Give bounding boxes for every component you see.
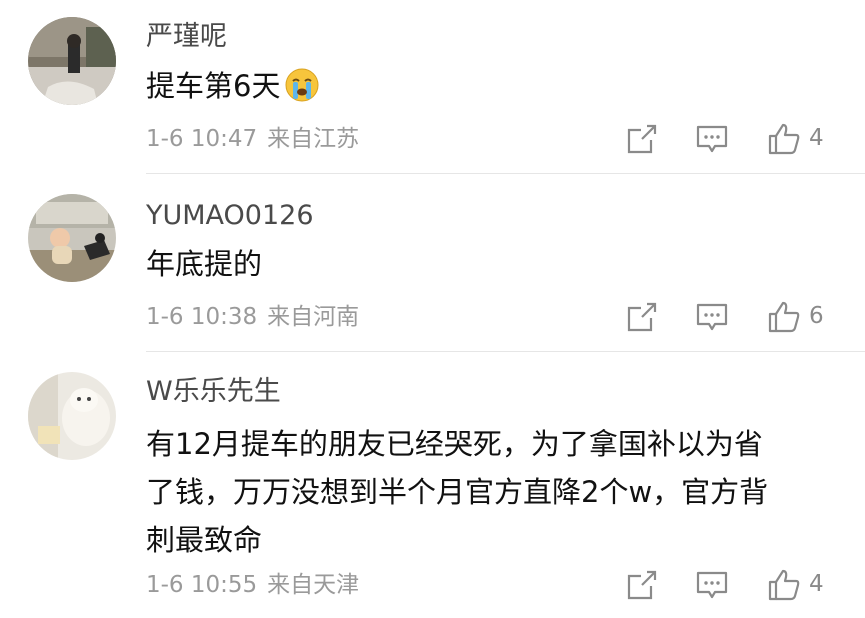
location: 来自河南 [267,304,360,330]
comment-actions: 4 [625,122,865,156]
comment-item: 严瑾呢 提车第6天 1-6 10:47 来自江苏 4 [0,0,865,174]
like-count: 4 [809,125,824,151]
username[interactable]: W乐乐先生 [146,374,281,410]
timestamp: 1-6 10:55 [146,572,258,598]
comment-actions: 6 [625,300,865,334]
username[interactable]: YUMAO0126 [146,198,314,234]
comment-meta: 1-6 10:47 来自江苏 [146,124,359,154]
comment-text: 提车第6天 [146,62,837,117]
comment-text-content: 提车第6天 [146,69,281,103]
timestamp: 1-6 10:38 [146,304,258,330]
avatar[interactable] [28,194,116,282]
location: 来自天津 [267,572,360,598]
comment-text-line: 刺最致命 [146,523,263,557]
comment-icon[interactable] [695,568,729,602]
comment-item: W乐乐先生 有12月提车的朋友已经哭死，为了拿国补以为省 了钱，万万没想到半个月… [0,352,865,618]
comment-text-line: 了钱，万万没想到半个月官方直降2个w，官方背 [146,475,769,509]
thumbs-up-icon[interactable] [767,568,801,602]
share-icon[interactable] [625,122,659,156]
comment-item: YUMAO0126 年底提的 1-6 10:38 来自河南 6 [0,174,865,352]
comment-text: 年底提的 [146,240,837,288]
comment-icon[interactable] [695,300,729,334]
username[interactable]: 严瑾呢 [146,19,227,55]
comment-meta: 1-6 10:55 来自天津 [146,570,359,600]
share-icon[interactable] [625,300,659,334]
location: 来自江苏 [267,126,360,152]
thumbs-up-icon[interactable] [767,300,801,334]
comment-actions: 4 [625,568,865,602]
like-count: 4 [809,571,824,597]
avatar[interactable] [28,372,116,460]
comment-text: 有12月提车的朋友已经哭死，为了拿国补以为省 了钱，万万没想到半个月官方直降2个… [146,420,836,564]
avatar[interactable] [28,17,116,105]
thumbs-up-icon[interactable] [767,122,801,156]
timestamp: 1-6 10:47 [146,126,258,152]
comment-meta: 1-6 10:38 来自河南 [146,302,359,332]
comment-icon[interactable] [695,122,729,156]
like-count: 6 [809,303,824,329]
crying-face-emoji-icon [284,67,320,117]
comment-text-content: 年底提的 [146,247,263,281]
share-icon[interactable] [625,568,659,602]
comment-text-line: 有12月提车的朋友已经哭死，为了拿国补以为省 [146,427,763,461]
